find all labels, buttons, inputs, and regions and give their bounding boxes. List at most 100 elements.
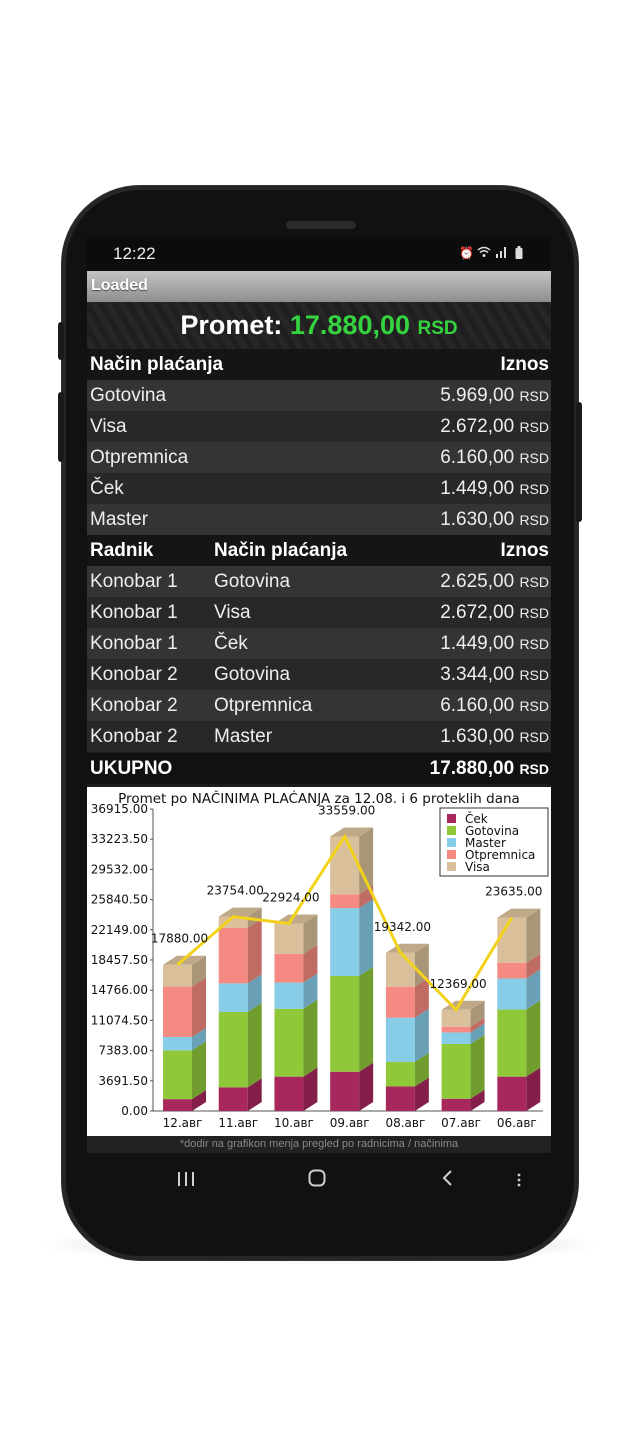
bar-segment-master [330,908,360,977]
payment-amount: 1.449,00 RSD [440,478,549,500]
amount-value: 5.969,00 [440,385,515,406]
amount-value: 2.625,00 [440,571,515,592]
y-tick-label: 3691.50 [98,1074,148,1088]
payment-row[interactable]: Master 1.630,00 RSD [87,504,551,535]
payment-table-header: Način plaćanja Iznos [87,349,551,380]
total-data-label: 23635.00 [485,885,542,899]
promet-currency: RSD [417,318,458,339]
bar-segment-ček [163,1099,192,1111]
bar-side-master [359,899,374,977]
worker-method: Master [214,726,273,747]
payment-method: Master [90,509,149,530]
recent-apps-icon[interactable] [177,1169,195,1191]
volume-up-button [58,322,64,360]
amount-currency: RSD [519,450,549,466]
worker-row[interactable]: Konobar 1 Gotovina 2.625,00 RSD [87,566,551,597]
payment-method: Gotovina [90,385,167,406]
bar-segment-ček [385,1086,415,1111]
bar-segment-gotovina [385,1061,415,1087]
payment-amount: 2.672,00 RSD [440,416,549,438]
legend-swatch [447,826,456,835]
navigation-bar [87,1153,551,1209]
wifi-icon [477,246,491,260]
promet-label: Promet: [180,310,283,340]
worker-table-header: Radnik Način plaćanja Iznos [87,535,551,566]
app-title-bar: Loaded [87,271,551,302]
amount-currency: RSD [519,419,549,435]
chart-hint: *dodir na grafikon menja pregled po radn… [87,1136,551,1153]
worker-row[interactable]: Konobar 1 Ček 1.449,00 RSD [87,628,551,659]
bar-side-gotovina [247,1003,262,1088]
worker-method: Visa [214,602,251,623]
worker-row[interactable]: Konobar 2 Gotovina 3.344,00 RSD [87,659,551,690]
payment-row[interactable]: Gotovina 5.969,00 RSD [87,380,551,411]
amount-currency: RSD [519,605,549,621]
bar-segment-ček [274,1076,304,1111]
y-tick-label: 25840.50 [91,893,148,907]
worker-name: Konobar 1 [90,571,178,592]
header-worker: Radnik [90,540,154,561]
amount-currency: RSD [519,667,549,683]
worker-row[interactable]: Konobar 2 Otpremnica 6.160,00 RSD [87,690,551,721]
y-tick-label: 14766.00 [91,983,148,997]
y-tick-label: 29532.00 [91,862,148,876]
volume-down-button [58,392,64,462]
x-tick-label: 09.авг [330,1116,370,1130]
bar-segment-ček [497,1076,527,1111]
payment-row[interactable]: Otpremnica 6.160,00 RSD [87,442,551,473]
worker-row[interactable]: Konobar 2 Master 1.630,00 RSD [87,721,551,752]
total-data-label: 23754.00 [207,884,264,898]
worker-name: Konobar 2 [90,695,178,716]
bar-segment-visa [274,923,304,954]
payment-method: Visa [90,416,127,437]
bar-segment-master [274,982,304,1009]
worker-amount: 6.160,00 RSD [440,695,549,717]
bar-segment-ček [218,1087,248,1111]
worker-method: Gotovina [214,664,291,685]
chart-svg[interactable]: Promet po NAČINIMA PLAĆANJA za 12.08. i … [87,787,551,1136]
payment-row[interactable]: Ček 1.449,00 RSD [87,473,551,504]
bar-segment-visa [441,1009,471,1027]
x-tick-label: 07.авг [441,1116,481,1130]
bar-segment-gotovina [497,1009,527,1077]
bar-segment-master [441,1032,471,1044]
y-tick-label: 11074.50 [91,1013,148,1027]
payment-chart[interactable]: Promet po NAČINIMA PLAĆANJA za 12.08. i … [87,787,551,1136]
promet-value: 17.880,00 [289,310,410,340]
x-tick-label: 12.авг [163,1116,203,1130]
legend-swatch [447,838,456,847]
amount-value: 17.880,00 [429,758,515,779]
worker-method: Ček [214,633,248,654]
x-tick-label: 08.авг [385,1116,425,1130]
y-tick-label: 0.00 [121,1104,148,1118]
payment-row[interactable]: Visa 2.672,00 RSD [87,411,551,442]
battery-icon [513,246,525,260]
menu-dots-icon[interactable] [517,1169,521,1191]
bar-side-gotovina [470,1034,485,1099]
status-time: 12:22 [113,244,156,263]
app-title: Loaded [91,277,148,294]
worker-amount: 1.630,00 RSD [440,726,549,748]
total-data-label: 19342.00 [374,920,431,934]
bar-segment-gotovina [441,1043,471,1099]
worker-amount: 2.625,00 RSD [440,571,549,593]
bar-segment-visa [330,836,360,895]
amount-value: 1.630,00 [440,509,515,530]
bar-side-master [414,1008,429,1062]
bar-segment-visa [163,964,192,987]
amount-currency: RSD [519,512,549,528]
bar-segment-gotovina [330,976,360,1072]
y-tick-label: 36915.00 [91,802,148,816]
worker-row[interactable]: Konobar 1 Visa 2.672,00 RSD [87,597,551,628]
header-payment-method: Način plaćanja [90,354,224,375]
amount-value: 1.449,00 [440,633,515,654]
bar-segment-otpremnica [218,927,248,984]
amount-currency: RSD [519,574,549,590]
bar-segment-master [497,978,527,1010]
amount-currency: RSD [519,698,549,714]
bar-segment-ček [441,1098,471,1111]
back-icon[interactable] [441,1169,453,1191]
worker-name: Konobar 1 [90,633,178,654]
total-row: UKUPNO 17.880,00 RSD [87,753,551,784]
home-icon[interactable] [308,1169,326,1191]
